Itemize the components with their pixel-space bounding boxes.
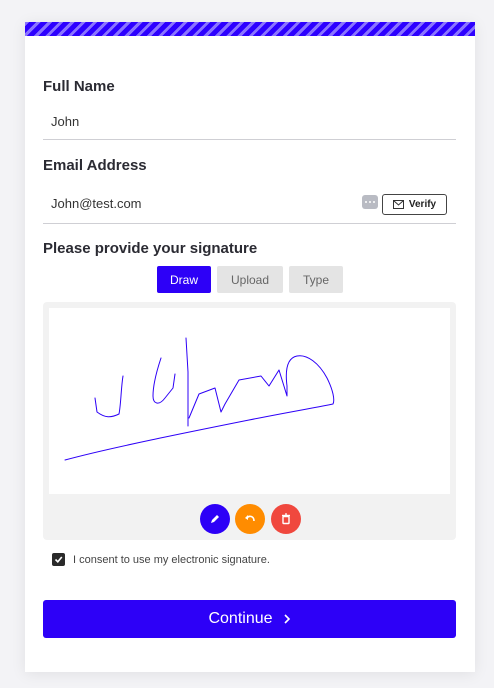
undo-tool-button[interactable] [235, 504, 265, 534]
signature-pad [43, 302, 456, 540]
tab-draw[interactable]: Draw [157, 266, 211, 293]
tab-type[interactable]: Type [289, 266, 343, 293]
full-name-label: Full Name [43, 78, 115, 95]
more-dots-icon[interactable] [362, 195, 378, 209]
delete-tool-button[interactable] [271, 504, 301, 534]
full-name-input[interactable]: John [43, 104, 456, 140]
checkmark-icon [54, 556, 63, 563]
signature-drawing [64, 337, 335, 461]
signature-form-card: Full Name John Email Address John@test.c… [25, 22, 475, 672]
signature-label: Please provide your signature [43, 240, 258, 257]
email-value: John@test.com [51, 195, 142, 211]
verify-label: Verify [408, 199, 437, 210]
trash-icon [282, 513, 290, 525]
full-name-value: John [51, 114, 80, 129]
consent-checkbox[interactable] [52, 553, 65, 566]
tab-upload[interactable]: Upload [217, 266, 283, 293]
chevron-right-icon [283, 614, 290, 624]
signature-canvas[interactable] [49, 308, 450, 494]
email-label: Email Address [43, 157, 147, 174]
pen-tool-button[interactable] [200, 504, 230, 534]
undo-icon [245, 515, 255, 522]
pen-icon [211, 515, 219, 523]
header-stripe [25, 22, 475, 36]
consent-label: I consent to use my electronic signature… [73, 553, 270, 566]
continue-button[interactable]: Continue [43, 600, 456, 638]
continue-label: Continue [208, 610, 273, 627]
mail-icon [392, 200, 404, 209]
verify-button[interactable]: Verify [382, 194, 447, 215]
consent-row[interactable]: I consent to use my electronic signature… [52, 553, 270, 566]
